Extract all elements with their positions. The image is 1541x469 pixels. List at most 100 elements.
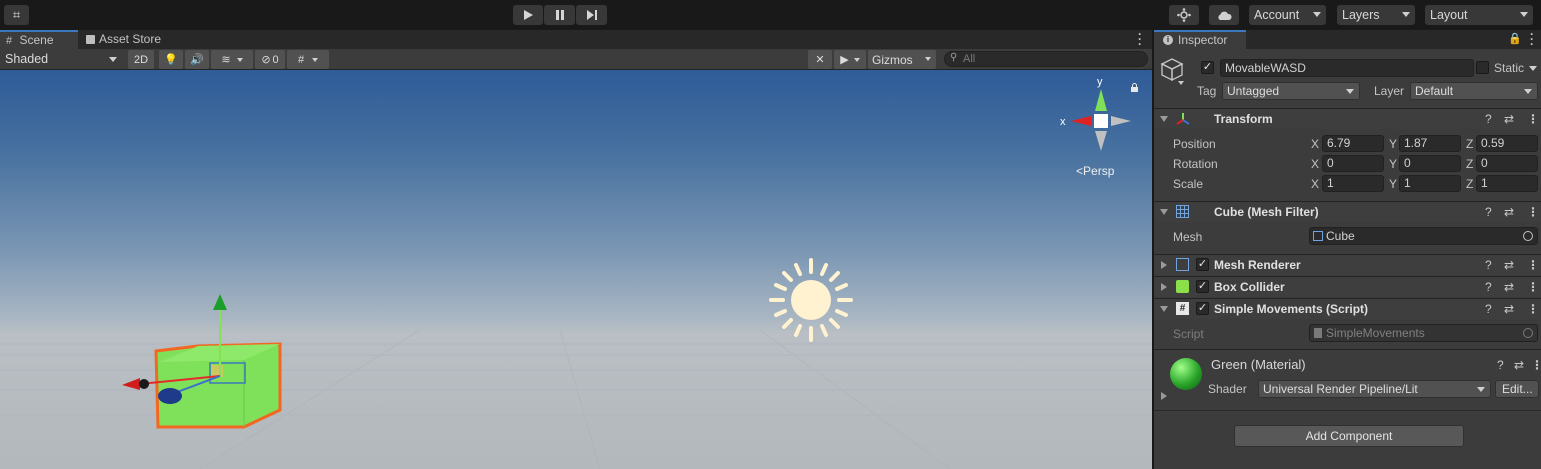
scene-visibility-button[interactable]: ⊘ 0 xyxy=(255,50,285,69)
rotation-z-field[interactable]: 0 xyxy=(1476,155,1538,172)
more-options-icon[interactable]: ⋮ xyxy=(1527,302,1539,316)
more-options-icon[interactable]: ⋮ xyxy=(1531,358,1541,372)
effects-toggle-button[interactable]: ≋ xyxy=(211,50,253,69)
help-icon[interactable]: ? xyxy=(1485,280,1492,294)
chevron-down-icon xyxy=(236,57,243,62)
mesh-object-field[interactable]: Cube xyxy=(1309,227,1538,245)
unity-menu-button[interactable]: ⌗ xyxy=(4,5,29,25)
lock-icon[interactable]: 🔒 xyxy=(1508,32,1522,45)
tab-scene[interactable]: # Scene xyxy=(0,30,78,49)
projection-toggle[interactable]: <Persp xyxy=(1076,164,1114,178)
script-object-field: SimpleMovements xyxy=(1309,324,1538,342)
help-icon[interactable]: ? xyxy=(1497,358,1504,372)
material-preview-sphere[interactable] xyxy=(1170,358,1202,390)
more-options-icon[interactable]: ⋮ xyxy=(1527,280,1539,294)
static-label: Static xyxy=(1494,61,1525,75)
position-x-field[interactable]: 6.79 xyxy=(1322,135,1384,152)
help-icon[interactable]: ? xyxy=(1485,258,1492,272)
scale-z-field[interactable]: 1 xyxy=(1476,175,1538,192)
help-icon[interactable]: ? xyxy=(1485,302,1492,316)
mesh-value: Cube xyxy=(1326,229,1355,243)
layer-label: Layer xyxy=(1374,84,1405,98)
presets-icon[interactable]: ⇄ xyxy=(1514,358,1524,372)
presets-icon[interactable]: ⇄ xyxy=(1504,112,1514,126)
tools-button[interactable]: ✕ xyxy=(808,50,832,69)
layer-dropdown[interactable]: Default xyxy=(1410,82,1538,100)
components-divider xyxy=(1154,410,1541,411)
presets-icon[interactable]: ⇄ xyxy=(1504,302,1514,316)
more-options-icon[interactable]: ⋮ xyxy=(1527,258,1539,272)
orientation-gizmo[interactable] xyxy=(1071,89,1131,151)
active-checkbox[interactable]: ✓ xyxy=(1201,61,1214,74)
chevron-down-icon xyxy=(312,57,319,62)
cloud-button[interactable] xyxy=(1209,5,1239,25)
2d-toggle-button[interactable]: 2D xyxy=(128,50,154,69)
rotation-z-axis-label: Z xyxy=(1466,157,1474,171)
hidden-eye-icon: ⊘ xyxy=(261,54,271,66)
rotation-y-field[interactable]: 0 xyxy=(1399,155,1461,172)
shader-edit-button[interactable]: Edit... xyxy=(1495,380,1539,398)
static-checkbox[interactable] xyxy=(1476,61,1489,74)
camera-button[interactable]: ▶ xyxy=(834,50,866,69)
more-options-icon[interactable]: ⋮ xyxy=(1527,112,1539,126)
script-component-header[interactable]: # ✓ Simple Movements (Script) ? ⇄ ⋮ xyxy=(1154,298,1541,319)
layers-dropdown[interactable]: Layers xyxy=(1337,5,1415,25)
lighting-toggle-button[interactable]: 💡 xyxy=(159,50,183,69)
box-collider-header[interactable]: ✓ Box Collider ? ⇄ ⋮ xyxy=(1154,276,1541,297)
account-dropdown[interactable]: Account xyxy=(1249,5,1326,25)
box-collider-enabled-checkbox[interactable]: ✓ xyxy=(1196,280,1209,293)
collab-button[interactable] xyxy=(1169,5,1199,25)
audio-toggle-button[interactable]: 🔊 xyxy=(185,50,209,69)
material-foldout-arrow-icon[interactable] xyxy=(1161,392,1167,400)
scene-viewport[interactable]: y x <Persp xyxy=(0,70,1152,469)
add-component-button[interactable]: Add Component xyxy=(1234,425,1464,447)
grid-icon: # xyxy=(297,53,305,66)
shader-dropdown[interactable]: Universal Render Pipeline/Lit xyxy=(1258,380,1491,398)
position-y-field[interactable]: 1.87 xyxy=(1399,135,1461,152)
layout-dropdown[interactable]: Layout xyxy=(1425,5,1533,25)
layers-label: Layers xyxy=(1342,8,1380,22)
mesh-filter-header[interactable]: Cube (Mesh Filter) ? ⇄ ⋮ xyxy=(1154,201,1541,222)
script-enabled-checkbox[interactable]: ✓ xyxy=(1196,302,1209,315)
shading-mode-dropdown[interactable]: Shaded xyxy=(0,50,122,69)
more-options-icon[interactable]: · · · xyxy=(1138,28,1142,50)
position-z-field[interactable]: 0.59 xyxy=(1476,135,1538,152)
layout-label: Layout xyxy=(1430,8,1468,22)
help-icon[interactable]: ? xyxy=(1485,205,1492,219)
transform-header[interactable]: Transform ? ⇄ ⋮ xyxy=(1154,108,1541,129)
help-icon[interactable]: ? xyxy=(1485,112,1492,126)
mesh-renderer-header[interactable]: ✓ Mesh Renderer ? ⇄ ⋮ xyxy=(1154,254,1541,275)
more-options-icon[interactable]: · · · xyxy=(1530,28,1534,50)
gizmos-dropdown[interactable]: Gizmos xyxy=(868,50,936,69)
selected-cube[interactable] xyxy=(154,342,282,429)
tab-asset-store[interactable]: Asset Store xyxy=(86,30,176,49)
tab-inspector[interactable]: i Inspector xyxy=(1154,30,1246,49)
object-picker-icon[interactable] xyxy=(1523,231,1533,241)
mesh-renderer-enabled-checkbox[interactable]: ✓ xyxy=(1196,258,1209,271)
presets-icon[interactable]: ⇄ xyxy=(1504,205,1514,219)
static-chevron-down-icon[interactable] xyxy=(1529,66,1537,71)
scale-y-field[interactable]: 1 xyxy=(1399,175,1461,192)
tag-dropdown[interactable]: Untagged xyxy=(1222,82,1360,100)
projection-label: Persp xyxy=(1083,164,1115,178)
grid-toggle-button[interactable]: # xyxy=(287,50,329,69)
presets-icon[interactable]: ⇄ xyxy=(1504,258,1514,272)
gameobject-cube-icon[interactable] xyxy=(1160,57,1186,87)
rotation-x-field[interactable]: 0 xyxy=(1322,155,1384,172)
rotation-y-axis-label: Y xyxy=(1389,157,1398,171)
lock-icon[interactable] xyxy=(1131,83,1138,93)
scale-x-field[interactable]: 1 xyxy=(1322,175,1384,192)
directional-light-sun-icon[interactable] xyxy=(769,258,853,342)
step-button[interactable] xyxy=(576,5,607,25)
presets-icon[interactable]: ⇄ xyxy=(1504,280,1514,294)
play-button[interactable] xyxy=(513,5,543,25)
more-options-icon[interactable]: ⋮ xyxy=(1527,205,1539,219)
script-file-icon xyxy=(1314,328,1322,338)
object-name-field[interactable]: MovableWASD xyxy=(1220,59,1474,77)
mesh-renderer-title: Mesh Renderer xyxy=(1214,258,1301,272)
pause-button[interactable] xyxy=(544,5,575,25)
scene-tabbar: # Scene Asset Store · · · xyxy=(0,28,1152,50)
2d-label: 2D xyxy=(133,53,149,66)
scene-search-input[interactable]: ⚲ All xyxy=(944,51,1148,67)
search-placeholder: All xyxy=(963,53,976,65)
